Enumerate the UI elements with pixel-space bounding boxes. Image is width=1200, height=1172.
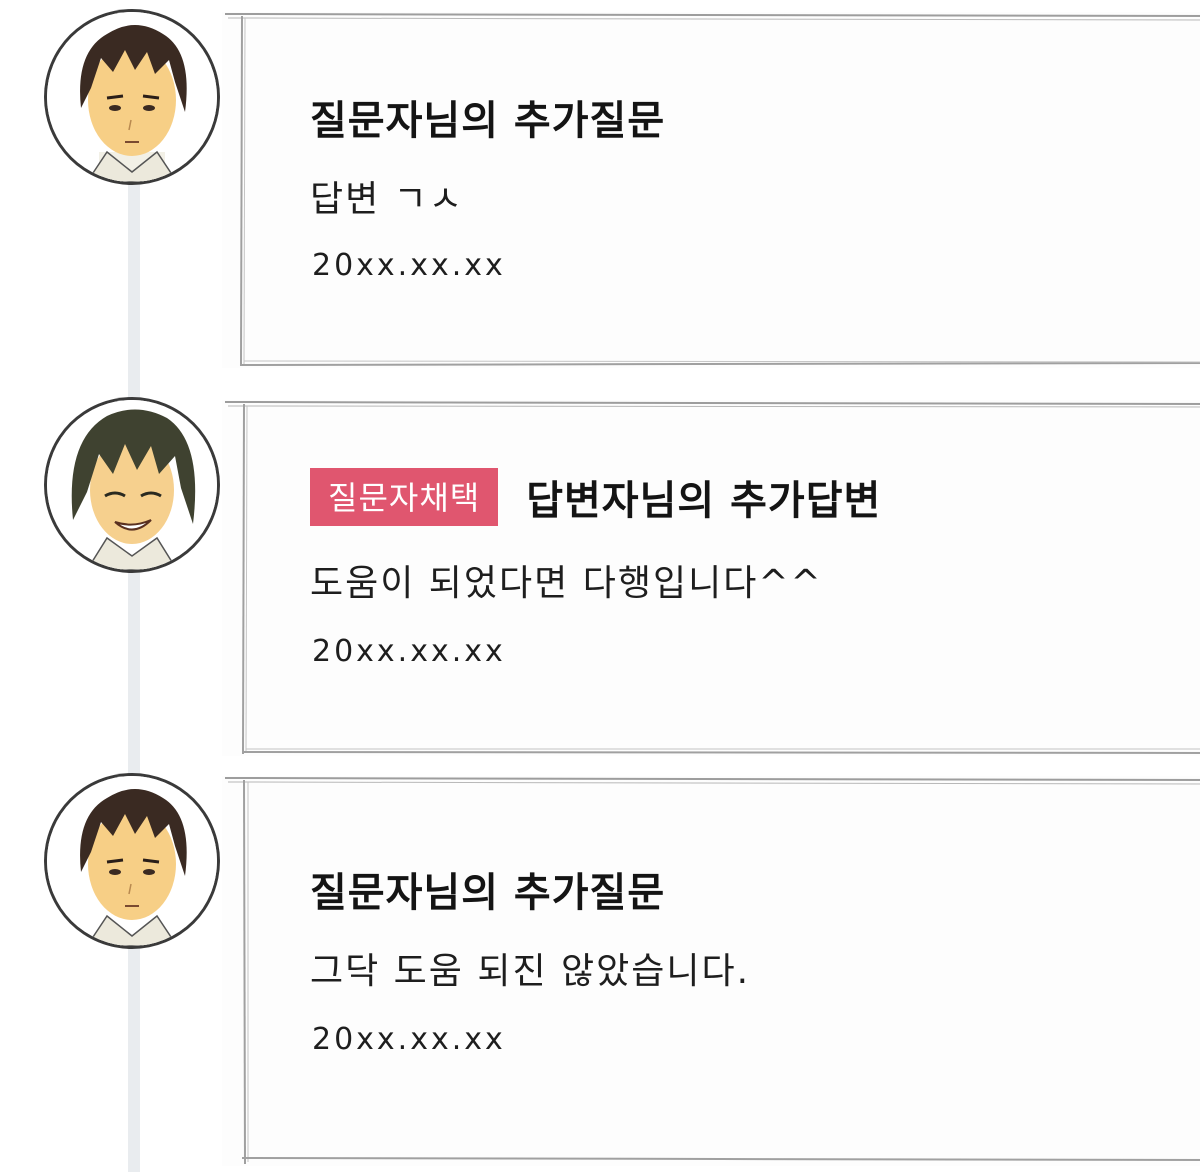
entry-date: 20xx.xx.xx [312, 634, 506, 669]
questioner-avatar [47, 12, 217, 182]
entry-title: 답변자님의 추가답변 [526, 478, 882, 524]
questioner-avatar [47, 776, 217, 946]
entry-heading: 질문자채택 답변자님의 추가답변 [310, 468, 881, 526]
entry-date: 20xx.xx.xx [312, 248, 506, 283]
entry-date: 20xx.xx.xx [312, 1022, 506, 1057]
entry-title: 질문자님의 추가질문 [310, 98, 666, 144]
entry-body: 도움이 되었다면 다행입니다^^ [310, 563, 823, 604]
answerer-avatar [47, 400, 217, 570]
entry-heading: 질문자님의 추가질문 [310, 88, 665, 146]
accepted-badge: 질문자채택 [310, 468, 499, 526]
entry-body: 그닥 도움 되진 않았습니다. [310, 951, 751, 992]
entry-title: 질문자님의 추가질문 [310, 870, 666, 916]
thread-entry-card: 질문자님의 추가질문 그닥 도움 되진 않았습니다. 20xx.xx.xx [222, 776, 1200, 1166]
thread-entry-card: 질문자님의 추가질문 답변 ㄱㅅ 20xx.xx.xx [222, 12, 1200, 368]
entry-heading: 질문자님의 추가질문 [310, 860, 665, 918]
timeline-line [128, 150, 140, 1172]
entry-body: 답변 ㄱㅅ [310, 179, 464, 220]
thread-entry-card: 질문자채택 답변자님의 추가답변 도움이 되었다면 다행입니다^^ 20xx.x… [222, 400, 1200, 756]
